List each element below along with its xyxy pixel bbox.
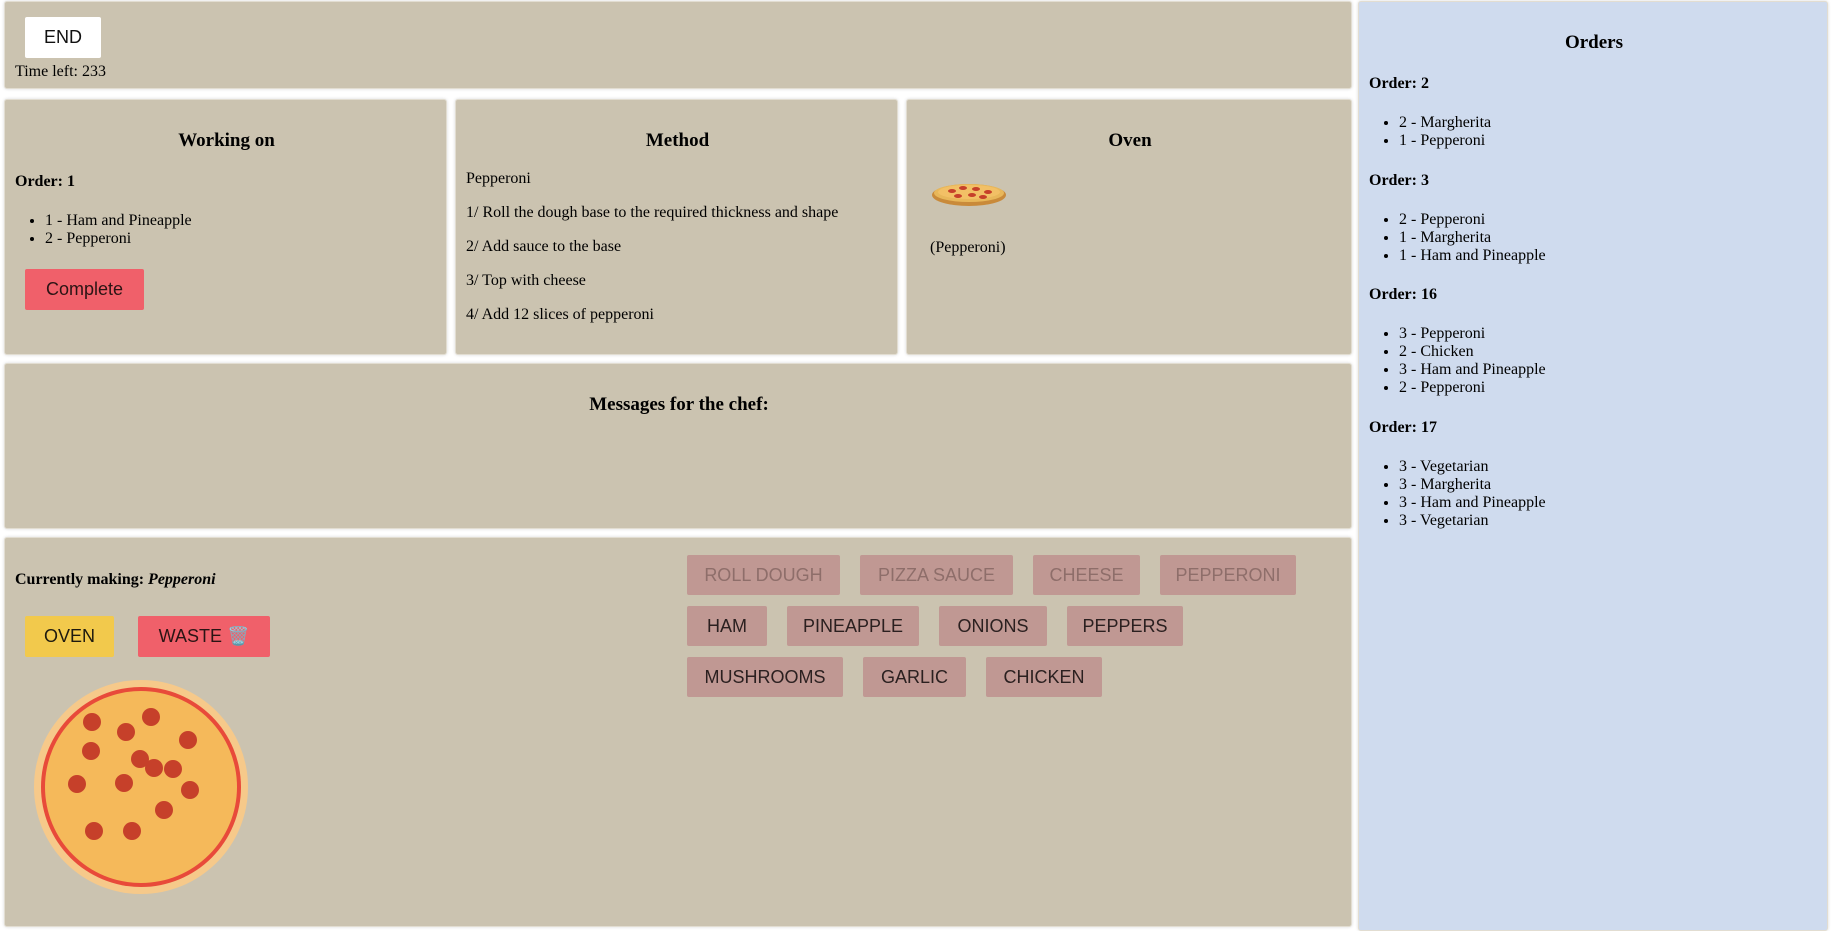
list-item: 3 - Margherita (1399, 476, 1546, 494)
list-item: 2 - Chicken (1399, 343, 1546, 361)
pepperoni-slice (142, 708, 160, 726)
list-item: 3 - Vegetarian (1399, 512, 1546, 530)
list-item: 2 - Pepperoni (1399, 211, 1546, 229)
pepperoni-slice (155, 801, 173, 819)
messages-panel: Messages for the chef: (4, 363, 1352, 529)
pepperoni-slice (85, 822, 103, 840)
ingredient-onions[interactable]: ONIONS (939, 606, 1047, 646)
orders-title: Orders (1564, 32, 1624, 53)
working-on-title: Working on (178, 130, 275, 151)
list-item: 2 - Pepperoni (1399, 379, 1546, 397)
ingredient-mushrooms[interactable]: MUSHROOMS (687, 657, 843, 697)
list-item: 2 - Pepperoni (45, 230, 192, 248)
list-item: 3 - Ham and Pineapple (1399, 361, 1546, 379)
oven-caption: (Pepperoni) (930, 239, 1006, 256)
pizza-icon (932, 184, 1006, 206)
time-left: Time left: 233 (15, 63, 106, 80)
pepperoni-slice (181, 781, 199, 799)
pepperoni-slice (82, 742, 100, 760)
working-order-label: Order: 1 (15, 173, 75, 190)
ingredient-chicken[interactable]: CHICKEN (986, 657, 1102, 697)
method-step: 2/ Add sauce to the base (466, 238, 622, 255)
ingredient-ham[interactable]: HAM (687, 606, 767, 646)
currently-making-label: Currently making: (15, 571, 149, 588)
list-item: 1 - Ham and Pineapple (1399, 247, 1546, 265)
waste-button[interactable]: WASTE 🗑️ (138, 616, 270, 657)
pepperoni-slice (68, 775, 86, 793)
currently-making: Currently making: Pepperoni (15, 571, 216, 589)
working-on-panel: Working on Order: 1 1 - Ham and Pineappl… (4, 99, 447, 355)
oven-button[interactable]: OVEN (25, 616, 114, 657)
list-item: 1 - Margherita (1399, 229, 1546, 247)
list-item: 3 - Pepperoni (1399, 325, 1546, 343)
list-item: 1 - Ham and Pineapple (45, 212, 192, 230)
method-pizza-name: Pepperoni (466, 170, 531, 187)
list-item: 1 - Pepperoni (1399, 132, 1491, 150)
ingredient-pepperoni[interactable]: PEPPERONI (1160, 555, 1296, 595)
pepperoni-slice (123, 822, 141, 840)
order-items: 2 - Margherita 1 - Pepperoni (1359, 114, 1491, 150)
oven-panel: Oven (Pepperoni) (906, 99, 1352, 355)
order-label: Order: 16 (1369, 286, 1437, 303)
pepperoni-slice (131, 750, 149, 768)
pepperoni-slice (117, 723, 135, 741)
ingredient-roll-dough[interactable]: ROLL DOUGH (687, 555, 840, 595)
order-label: Order: 2 (1369, 75, 1429, 92)
method-step: 3/ Top with cheese (466, 272, 586, 289)
oven-title: Oven (1108, 130, 1152, 151)
ingredient-pizza-sauce[interactable]: PIZZA SAUCE (860, 555, 1013, 595)
order-label: Order: 3 (1369, 172, 1429, 189)
list-item: 2 - Margherita (1399, 114, 1491, 132)
working-order-items: 1 - Ham and Pineapple 2 - Pepperoni (5, 212, 192, 248)
orders-panel: Orders Order: 2 2 - Margherita 1 - Peppe… (1358, 1, 1828, 931)
pepperoni-slice (179, 731, 197, 749)
ingredient-pineapple[interactable]: PINEAPPLE (787, 606, 919, 646)
order-label: Order: 17 (1369, 419, 1437, 436)
list-item: 3 - Vegetarian (1399, 458, 1546, 476)
method-title: Method (645, 130, 710, 151)
currently-making-pizza: Pepperoni (148, 571, 216, 588)
pepperoni-slice (115, 774, 133, 792)
messages-title: Messages for the chef: (589, 394, 769, 415)
method-step: 4/ Add 12 slices of pepperoni (466, 306, 654, 323)
pepperoni-slice (164, 760, 182, 778)
end-button[interactable]: END (25, 17, 101, 58)
method-step: 1/ Roll the dough base to the required t… (466, 204, 839, 221)
pepperoni-slice (83, 713, 101, 731)
ingredient-cheese[interactable]: CHEESE (1033, 555, 1140, 595)
ingredient-peppers[interactable]: PEPPERS (1067, 606, 1183, 646)
ingredient-garlic[interactable]: GARLIC (863, 657, 966, 697)
pizza-base[interactable] (33, 679, 249, 895)
order-items: 2 - Pepperoni 1 - Margherita 1 - Ham and… (1359, 211, 1546, 265)
order-items: 3 - Pepperoni 2 - Chicken 3 - Ham and Pi… (1359, 325, 1546, 397)
order-items: 3 - Vegetarian 3 - Margherita 3 - Ham an… (1359, 458, 1546, 530)
complete-button[interactable]: Complete (25, 269, 144, 310)
pizza-workspace: Currently making: Pepperoni OVEN WASTE 🗑… (4, 537, 1352, 927)
method-panel: Method Pepperoni 1/ Roll the dough base … (455, 99, 898, 355)
top-bar: END Time left: 233 (4, 1, 1352, 89)
list-item: 3 - Ham and Pineapple (1399, 494, 1546, 512)
